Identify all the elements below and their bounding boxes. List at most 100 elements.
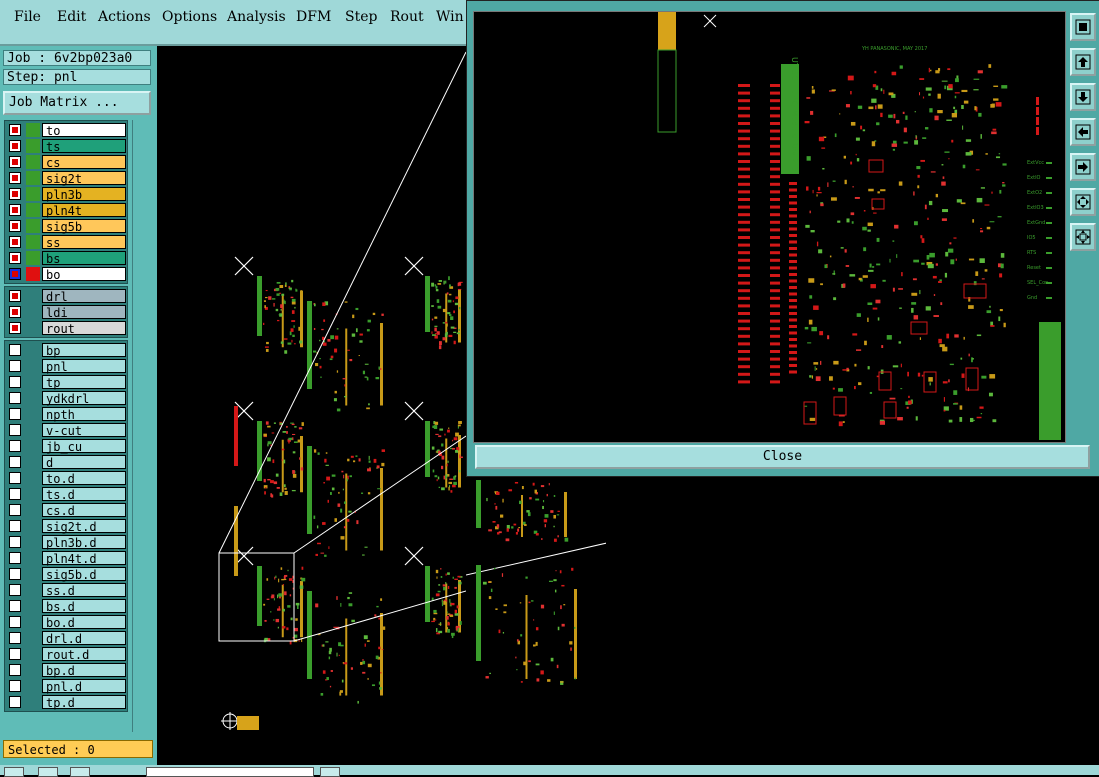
layer-display-checkbox[interactable]: [9, 204, 21, 216]
layer-display-checkbox[interactable]: [9, 268, 21, 280]
layer-display-checkbox[interactable]: [9, 488, 21, 500]
pan-left-icon[interactable]: [1070, 118, 1096, 146]
layer-display-checkbox[interactable]: [9, 344, 21, 356]
layer-color-swatch[interactable]: [26, 305, 40, 319]
layer-display-checkbox[interactable]: [9, 456, 21, 468]
layer-row[interactable]: sig5b: [5, 218, 127, 234]
layer-display-checkbox[interactable]: [9, 252, 21, 264]
menu-actions[interactable]: Actions: [98, 9, 151, 25]
status-button-1[interactable]: [4, 767, 24, 777]
layer-color-swatch[interactable]: [26, 139, 40, 153]
layer-name[interactable]: cs: [42, 155, 126, 170]
layer-row[interactable]: npth: [5, 406, 127, 422]
layer-display-checkbox[interactable]: [9, 584, 21, 596]
layer-name[interactable]: pln3b.d: [42, 535, 126, 550]
layer-name[interactable]: sig2t: [42, 171, 126, 186]
layer-name[interactable]: to: [42, 123, 126, 138]
layer-display-checkbox[interactable]: [9, 360, 21, 372]
layer-name[interactable]: bo.d: [42, 615, 126, 630]
layer-display-checkbox[interactable]: [9, 648, 21, 660]
layer-row[interactable]: sig2t: [5, 170, 127, 186]
layer-row[interactable]: cs.d: [5, 502, 127, 518]
layer-name[interactable]: v-cut: [42, 423, 126, 438]
status-button-3[interactable]: [70, 767, 90, 777]
layer-row[interactable]: ldi: [5, 304, 127, 320]
layer-row[interactable]: ts: [5, 138, 127, 154]
layer-name[interactable]: d: [42, 455, 126, 470]
layer-color-swatch[interactable]: [26, 155, 40, 169]
layer-row[interactable]: to: [5, 122, 127, 138]
graphics-viewport[interactable]: [157, 46, 466, 775]
layer-row[interactable]: to.d: [5, 470, 127, 486]
layer-name[interactable]: tp: [42, 375, 126, 390]
layer-color-swatch[interactable]: [26, 219, 40, 233]
layer-color-swatch[interactable]: [26, 171, 40, 185]
layer-display-checkbox[interactable]: [9, 664, 21, 676]
layer-row[interactable]: pnl: [5, 358, 127, 374]
zoom-canvas[interactable]: YH PANASONIC, MAY 2017 UT-SCH DAQ Module…: [473, 11, 1066, 443]
layer-row[interactable]: pln3b.d: [5, 534, 127, 550]
layer-color-swatch[interactable]: [26, 123, 40, 137]
layer-name[interactable]: sig5b: [42, 219, 126, 234]
layer-display-checkbox[interactable]: [9, 188, 21, 200]
layer-name[interactable]: ss.d: [42, 583, 126, 598]
layer-name[interactable]: to.d: [42, 471, 126, 486]
layer-display-checkbox[interactable]: [9, 616, 21, 628]
layer-row[interactable]: tp: [5, 374, 127, 390]
layer-display-checkbox[interactable]: [9, 600, 21, 612]
layer-row[interactable]: bo.d: [5, 614, 127, 630]
layer-row[interactable]: pnl.d: [5, 678, 127, 694]
layer-color-swatch[interactable]: [26, 235, 40, 249]
layer-name[interactable]: bs.d: [42, 599, 126, 614]
layer-display-checkbox[interactable]: [9, 696, 21, 708]
layer-display-checkbox[interactable]: [9, 392, 21, 404]
menu-edit[interactable]: Edit: [57, 9, 86, 25]
layer-display-checkbox[interactable]: [9, 520, 21, 532]
layer-list-scrollbar[interactable]: [132, 120, 153, 732]
zoom-in-icon[interactable]: [1070, 48, 1096, 76]
layer-display-checkbox[interactable]: [9, 440, 21, 452]
layer-color-swatch[interactable]: [26, 251, 40, 265]
layer-color-swatch[interactable]: [26, 321, 40, 335]
layer-row[interactable]: ss.d: [5, 582, 127, 598]
layer-display-checkbox[interactable]: [9, 220, 21, 232]
layer-row[interactable]: rout.d: [5, 646, 127, 662]
layer-row[interactable]: cs: [5, 154, 127, 170]
layer-row[interactable]: ydkdrl: [5, 390, 127, 406]
layer-name[interactable]: tp.d: [42, 695, 126, 710]
layer-display-checkbox[interactable]: [9, 552, 21, 564]
layer-display-checkbox[interactable]: [9, 124, 21, 136]
menu-file[interactable]: File: [14, 9, 41, 25]
layer-display-checkbox[interactable]: [9, 472, 21, 484]
layer-name[interactable]: sig2t.d: [42, 519, 126, 534]
zoom-fit-icon[interactable]: [1070, 188, 1096, 216]
layer-color-swatch[interactable]: [26, 267, 40, 281]
layer-name[interactable]: ldi: [42, 305, 126, 320]
layer-display-checkbox[interactable]: [9, 172, 21, 184]
layer-color-swatch[interactable]: [26, 289, 40, 303]
layer-row[interactable]: pln3b: [5, 186, 127, 202]
layer-row[interactable]: rout: [5, 320, 127, 336]
layer-name[interactable]: ss: [42, 235, 126, 250]
layer-name[interactable]: pln3b: [42, 187, 126, 202]
layer-row[interactable]: bs: [5, 250, 127, 266]
layer-display-checkbox[interactable]: [9, 568, 21, 580]
layer-row[interactable]: sig2t.d: [5, 518, 127, 534]
layer-name[interactable]: bp: [42, 343, 126, 358]
layer-display-checkbox[interactable]: [9, 504, 21, 516]
layer-name[interactable]: ydkdrl: [42, 391, 126, 406]
layer-name[interactable]: rout: [42, 321, 126, 336]
layer-display-checkbox[interactable]: [9, 306, 21, 318]
job-matrix-button[interactable]: Job Matrix ...: [3, 91, 151, 115]
layer-display-checkbox[interactable]: [9, 424, 21, 436]
layer-name[interactable]: drl: [42, 289, 126, 304]
layer-row[interactable]: bp: [5, 342, 127, 358]
layer-name[interactable]: bp.d: [42, 663, 126, 678]
layer-name[interactable]: jb_cu: [42, 439, 126, 454]
zoom-window-icon[interactable]: [1070, 13, 1096, 41]
layer-name[interactable]: npth: [42, 407, 126, 422]
layer-display-checkbox[interactable]: [9, 290, 21, 302]
layer-row[interactable]: drl: [5, 288, 127, 304]
menu-rout[interactable]: Rout: [390, 9, 424, 25]
layer-display-checkbox[interactable]: [9, 236, 21, 248]
